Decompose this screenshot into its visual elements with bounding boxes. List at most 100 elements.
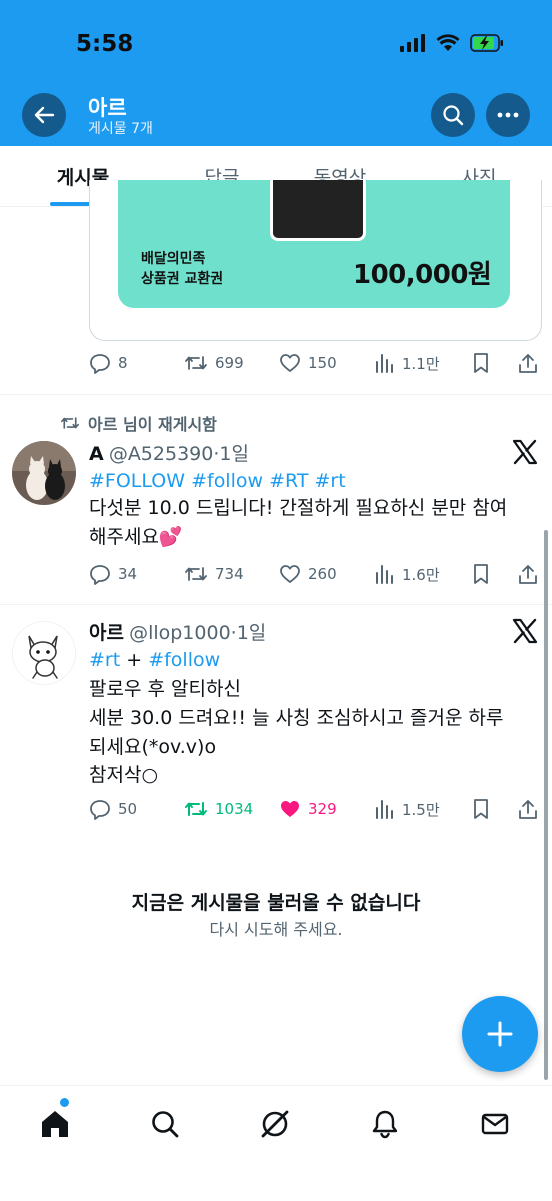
voucher-graphic xyxy=(270,180,366,241)
post-text-line: 참저삭○ xyxy=(89,764,159,786)
reply-button[interactable]: 50 xyxy=(89,796,137,822)
view-count: 1.5만 xyxy=(402,800,440,819)
share-button[interactable] xyxy=(517,350,539,376)
repost-count: 699 xyxy=(215,354,244,372)
nav-search[interactable] xyxy=(145,1104,185,1144)
post-divider xyxy=(0,394,552,395)
repost-icon xyxy=(184,563,208,585)
search-icon xyxy=(442,104,464,126)
repost-button[interactable]: 1034 xyxy=(184,796,253,822)
more-button[interactable] xyxy=(486,93,530,137)
bookmark-icon xyxy=(471,798,491,820)
post-count: 게시물 7개 xyxy=(88,121,153,137)
voucher-brand: 배달의민족 xyxy=(141,251,206,267)
author-name[interactable]: A xyxy=(89,443,104,465)
messages-icon xyxy=(480,1109,510,1139)
error-title: 지금은 게시물을 불러올 수 없습니다 xyxy=(131,892,421,914)
views-button[interactable]: 1.6만 xyxy=(375,561,440,587)
more-horizontal-icon xyxy=(497,112,519,118)
voucher-type: 상품권 교환권 xyxy=(141,271,224,287)
post-text-line: 되세요(*ov.v)o xyxy=(89,736,217,758)
views-button[interactable]: 1.5만 xyxy=(375,796,440,822)
reply-count: 34 xyxy=(118,565,138,583)
avatar[interactable] xyxy=(12,441,76,505)
signal-icon xyxy=(400,34,426,52)
post-hashtag-line: #rt + #follow xyxy=(89,647,220,673)
view-count: 1.1만 xyxy=(402,354,440,373)
post-text-line: 팔로우 후 알티하신 xyxy=(89,678,241,700)
post-actions: 34 734 260 1.6만 xyxy=(89,561,541,587)
author-name[interactable]: 아르 xyxy=(89,622,124,644)
share-icon xyxy=(517,352,539,374)
post-time: ·1일 xyxy=(230,622,267,644)
repost-small-icon xyxy=(60,414,80,432)
post-text-line: 세분 30.0 드려요!! 늘 사칭 조심하시고 즐거운 하루 xyxy=(89,707,504,729)
repost-icon xyxy=(184,352,208,374)
bookmark-button[interactable] xyxy=(471,350,491,376)
bookmark-button[interactable] xyxy=(471,796,491,822)
battery-charging-icon xyxy=(470,34,504,52)
share-icon xyxy=(517,563,539,585)
back-button[interactable] xyxy=(22,93,66,137)
search-button[interactable] xyxy=(431,93,475,137)
author-handle[interactable]: @llop1000 xyxy=(129,622,231,644)
nav-messages[interactable] xyxy=(475,1104,515,1144)
scrollbar[interactable] xyxy=(544,530,548,1080)
share-button[interactable] xyxy=(517,796,539,822)
like-count: 150 xyxy=(308,354,337,372)
nav-grok[interactable] xyxy=(255,1104,295,1144)
x-logo-icon xyxy=(512,439,538,465)
views-icon xyxy=(375,798,395,820)
reply-button[interactable]: 8 xyxy=(89,350,128,376)
avatar[interactable] xyxy=(12,621,76,685)
status-time: 5:58 xyxy=(76,31,134,57)
views-icon xyxy=(375,563,395,585)
reply-count: 50 xyxy=(118,800,138,818)
nav-notifications[interactable] xyxy=(365,1104,405,1144)
reply-button[interactable]: 34 xyxy=(89,561,137,587)
views-button[interactable]: 1.1만 xyxy=(375,350,440,376)
plus-icon xyxy=(486,1020,514,1048)
repost-count: 1034 xyxy=(215,800,254,818)
notification-dot xyxy=(60,1098,69,1107)
repost-count: 734 xyxy=(215,565,244,583)
share-icon xyxy=(517,798,539,820)
repost-button[interactable]: 734 xyxy=(184,561,244,587)
post-hashtags[interactable]: #FOLLOW #follow #RT #rt xyxy=(89,468,346,494)
like-button[interactable]: 150 xyxy=(279,350,337,376)
reply-icon xyxy=(89,563,111,585)
post-actions: 8 699 150 1.1만 xyxy=(89,350,541,376)
error-subtitle[interactable]: 다시 시도해 주세요. xyxy=(0,916,552,940)
like-button[interactable]: 329 xyxy=(279,796,337,822)
bookmark-button[interactable] xyxy=(471,561,491,587)
home-icon xyxy=(40,1109,70,1139)
compose-button[interactable] xyxy=(462,996,538,1072)
like-button[interactable]: 260 xyxy=(279,561,337,587)
voucher-amount: 100,000원 xyxy=(353,260,492,290)
notifications-icon xyxy=(370,1109,400,1139)
heart-icon xyxy=(279,352,301,374)
share-button[interactable] xyxy=(517,561,539,587)
post-text-line: 다섯분 10.0 드립니다! 간절하게 필요하신 분만 참여 xyxy=(89,497,508,519)
reply-count: 8 xyxy=(118,354,128,372)
author-handle[interactable]: @A525390 xyxy=(109,443,214,465)
repost-label-text: 아르 님이 재게시함 xyxy=(88,415,217,434)
heart-filled-icon xyxy=(279,798,301,820)
profile-header: 5:58 아르 게시물 7개 xyxy=(0,0,552,146)
reply-icon xyxy=(89,798,111,820)
repost-indicator: 아르 님이 재게시함 xyxy=(60,411,217,435)
grok-icon xyxy=(259,1108,291,1140)
hashtag-separator: + xyxy=(120,649,149,671)
nav-home[interactable] xyxy=(35,1104,75,1144)
repost-button[interactable]: 699 xyxy=(184,350,244,376)
hashtag-link[interactable]: #follow xyxy=(148,649,220,671)
status-icons xyxy=(400,34,504,52)
view-count: 1.6만 xyxy=(402,565,440,584)
post-author: 아르 @llop1000·1일 xyxy=(89,618,266,645)
search-icon xyxy=(150,1109,180,1139)
hashtag-link[interactable]: #rt xyxy=(89,649,120,671)
bookmark-icon xyxy=(471,563,491,585)
x-logo-icon xyxy=(512,618,538,644)
views-icon xyxy=(375,352,395,374)
repost-icon xyxy=(184,798,208,820)
